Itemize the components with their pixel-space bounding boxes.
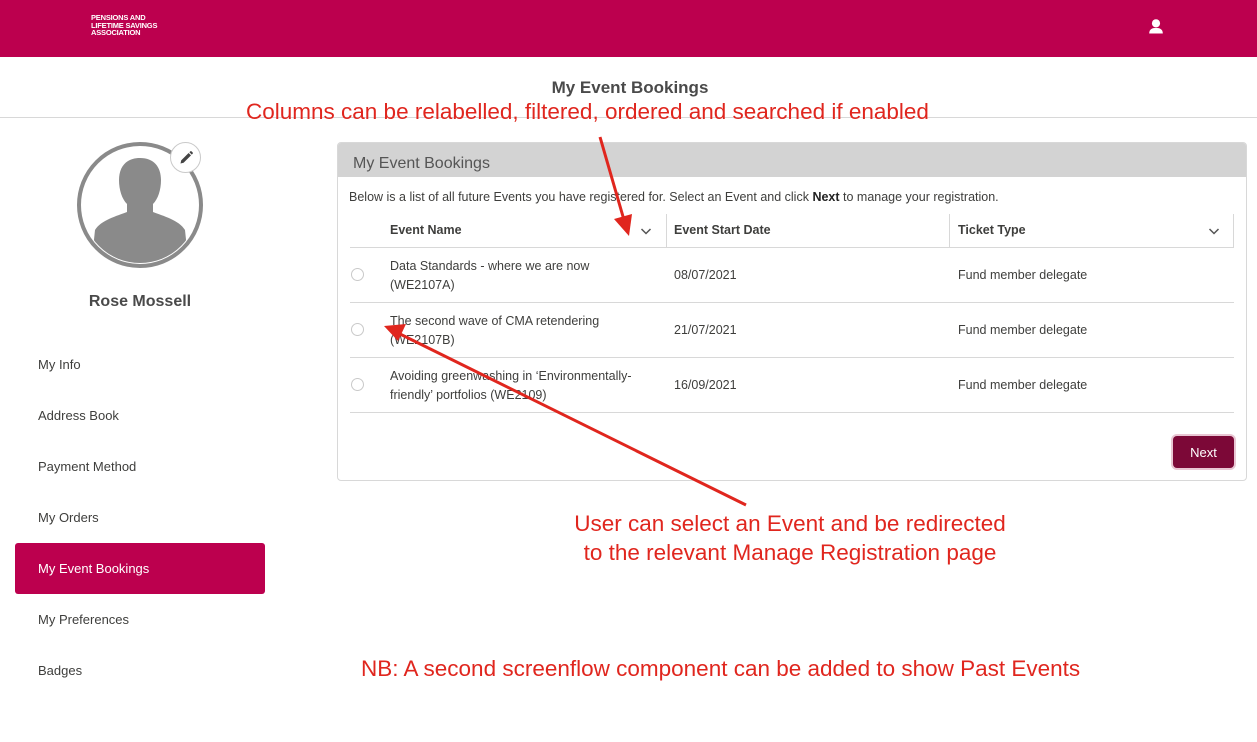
event-name-cell: Data Standards - where we are now (WE210… — [390, 257, 650, 295]
sidebar-item-badges[interactable]: Badges — [15, 645, 265, 696]
event-start-date-cell: 08/07/2021 — [674, 268, 737, 282]
next-button[interactable]: Next — [1173, 436, 1234, 468]
ticket-type-cell: Fund member delegate — [958, 323, 1088, 337]
description-bold: Next — [812, 190, 840, 204]
table-row[interactable]: Data Standards - where we are now (WE210… — [350, 248, 1234, 303]
event-name-line2: friendly’ portfolios (WE2109) — [390, 388, 547, 402]
sidebar-item-payment-method[interactable]: Payment Method — [15, 441, 265, 492]
sidebar-item-address-book[interactable]: Address Book — [15, 390, 265, 441]
event-bookings-card: My Event Bookings Below is a list of all… — [337, 142, 1247, 481]
column-divider — [949, 214, 950, 247]
event-name-line1: The second wave of CMA retendering — [390, 314, 600, 328]
event-name-cell: Avoiding greenwashing in ‘Environmentall… — [390, 367, 650, 405]
ticket-type-cell: Fund member delegate — [958, 268, 1088, 282]
row-radio[interactable] — [351, 378, 364, 391]
table-header: Event Name Event Start Date Ticket Type — [350, 214, 1234, 248]
bookings-table: Event Name Event Start Date Ticket Type … — [350, 214, 1234, 413]
table-row[interactable]: Avoiding greenwashing in ‘Environmentall… — [350, 358, 1234, 413]
column-header-event-start-date[interactable]: Event Start Date — [674, 214, 771, 247]
event-start-date-cell: 16/09/2021 — [674, 378, 737, 392]
sidebar-nav: My Info Address Book Payment Method My O… — [15, 339, 265, 696]
column-header-event-name[interactable]: Event Name — [390, 214, 462, 247]
description-text: Below is a list of all future Events you… — [349, 190, 813, 204]
event-name-line2: (WE2107A) — [390, 278, 455, 292]
column-divider — [1233, 214, 1234, 247]
user-icon[interactable] — [1146, 17, 1166, 37]
description-tail: to manage your registration. — [839, 190, 999, 204]
ticket-type-cell: Fund member delegate — [958, 378, 1088, 392]
card-title: My Event Bookings — [338, 143, 1246, 177]
chevron-down-icon[interactable] — [640, 225, 652, 237]
sidebar-item-my-orders[interactable]: My Orders — [15, 492, 265, 543]
annotation-columns-note: Columns can be relabelled, filtered, ord… — [246, 99, 929, 124]
row-radio[interactable] — [351, 268, 364, 281]
pencil-icon — [180, 150, 193, 163]
event-name-line2: (WE2107B) — [390, 333, 455, 347]
profile-name: Rose Mossell — [88, 293, 192, 310]
event-name-line1: Data Standards - where we are now — [390, 259, 590, 273]
sidebar-item-my-info[interactable]: My Info — [15, 339, 265, 390]
annotation-select-line2: to the relevant Manage Registration page — [583, 540, 997, 565]
top-bar: PENSIONS AND LIFETIME SAVINGS ASSOCIATIO… — [0, 0, 1257, 57]
event-name-cell: The second wave of CMA retendering (WE21… — [390, 312, 650, 350]
table-row[interactable]: The second wave of CMA retendering (WE21… — [350, 303, 1234, 358]
chevron-down-icon[interactable] — [1208, 225, 1220, 237]
sidebar-item-my-preferences[interactable]: My Preferences — [15, 594, 265, 645]
page-title: My Event Bookings — [551, 78, 709, 97]
event-start-date-cell: 21/07/2021 — [674, 323, 737, 337]
sidebar-item-my-event-bookings[interactable]: My Event Bookings — [15, 543, 265, 594]
event-name-line1: Avoiding greenwashing in ‘Environmentall… — [390, 369, 632, 383]
card-description: Below is a list of all future Events you… — [349, 190, 999, 204]
psla-logo[interactable]: PENSIONS AND LIFETIME SAVINGS ASSOCIATIO… — [91, 14, 171, 37]
column-header-ticket-type[interactable]: Ticket Type — [958, 214, 1026, 247]
column-divider — [666, 214, 667, 247]
annotation-select-note: User can select an Event and be redirect… — [540, 509, 1040, 567]
row-radio[interactable] — [351, 323, 364, 336]
logo-line-3: ASSOCIATION — [91, 28, 141, 38]
edit-profile-button[interactable] — [170, 142, 201, 173]
annotation-nb-note: NB: A second screenflow component can be… — [361, 656, 1081, 681]
annotation-select-line1: User can select an Event and be redirect… — [574, 511, 1006, 536]
